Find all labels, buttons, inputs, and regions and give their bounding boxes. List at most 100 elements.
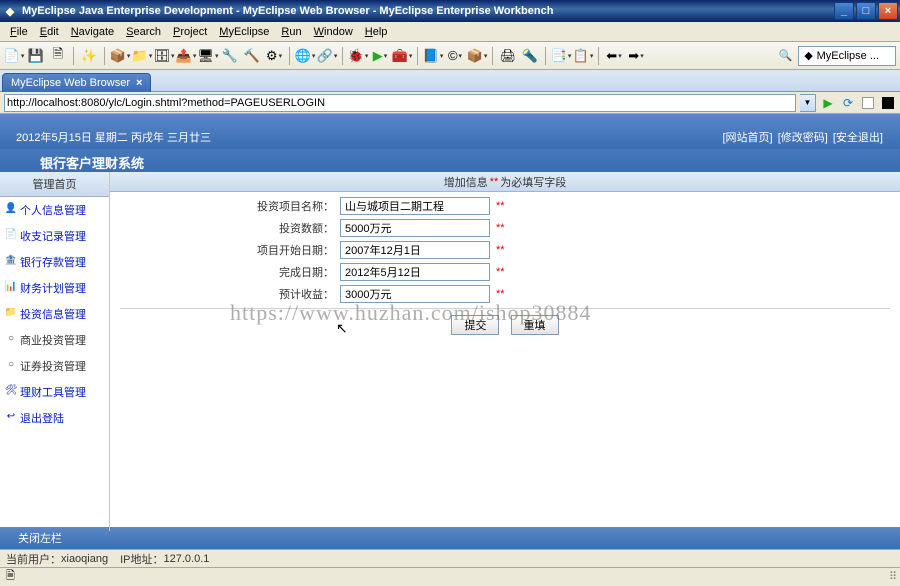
sidebar-item-securities[interactable]: ○证券投资管理	[0, 353, 109, 379]
server-icon[interactable]: 🖥	[198, 46, 218, 66]
page-statusbar: 当前用户： xiaoqiang IP地址： 127.0.0.1	[0, 549, 900, 567]
url-bar: ▼ ▶ ⟳	[0, 92, 900, 114]
type-icon[interactable]: 📘	[423, 46, 443, 66]
refresh-icon[interactable]: ⟳	[840, 95, 856, 111]
tab-browser[interactable]: MyEclipse Web Browser ×	[2, 73, 151, 92]
perspective-icon[interactable]: 🔍	[778, 48, 794, 64]
menu-window[interactable]: Window	[308, 24, 359, 40]
input-profit[interactable]	[340, 285, 490, 303]
reset-button[interactable]: 重填	[511, 315, 559, 335]
db-icon[interactable]: 🗄	[154, 46, 174, 66]
class-icon[interactable]: ©	[445, 46, 465, 66]
pkg-icon[interactable]: 📦	[467, 46, 487, 66]
package-icon[interactable]: 📦	[110, 46, 130, 66]
back-icon[interactable]: ⬅	[604, 46, 624, 66]
sidebar-item-invest[interactable]: 📁投资信息管理	[0, 301, 109, 327]
new-icon[interactable]: 📄	[4, 46, 24, 66]
menu-help[interactable]: Help	[359, 24, 394, 40]
link-icon[interactable]: 🔗	[317, 46, 337, 66]
sidebar-item-bank[interactable]: 🏦银行存款管理	[0, 249, 109, 275]
bullet-icon: ○	[5, 358, 17, 370]
nav-icon[interactable]: 📑	[551, 46, 571, 66]
page-header: 2012年5月15日 星期二 丙戌年 三月廿三 [网站首页] [修改密码] [安…	[0, 114, 900, 149]
perspective-switcher[interactable]: ◆ MyEclipse ...	[798, 46, 896, 66]
separator	[342, 47, 343, 65]
sidebar-item-plan[interactable]: 📊财务计划管理	[0, 275, 109, 301]
app-icon: ◆	[2, 3, 18, 19]
external-icon[interactable]: 🧰	[392, 46, 412, 66]
menu-myeclipse[interactable]: MyEclipse	[213, 24, 275, 40]
tool3-icon[interactable]: ⚙	[264, 46, 284, 66]
sidebar-item-tools[interactable]: 🛠理财工具管理	[0, 379, 109, 405]
forward-icon[interactable]: ➡	[626, 46, 646, 66]
input-end-date[interactable]	[340, 263, 490, 281]
debug-icon[interactable]: 🐞	[348, 46, 368, 66]
label-amount: 投资数额：	[120, 220, 340, 236]
url-input[interactable]	[4, 94, 796, 112]
form-buttons: 提交 重填	[120, 308, 890, 341]
menu-edit[interactable]: Edit	[34, 24, 65, 40]
input-start-date[interactable]	[340, 241, 490, 259]
tool1-icon[interactable]: 🔧	[220, 46, 240, 66]
doc-icon: 📄	[5, 228, 17, 240]
link-changepwd[interactable]: [修改密码]	[778, 132, 828, 144]
stop-icon[interactable]	[860, 95, 876, 111]
label-start-date: 项目开始日期：	[120, 242, 340, 258]
separator	[417, 47, 418, 65]
bank-icon: 🏦	[5, 254, 17, 266]
go-icon[interactable]: ▶	[820, 95, 836, 111]
run-icon[interactable]: ▶	[370, 46, 390, 66]
menu-file[interactable]: File	[4, 24, 34, 40]
wizard-icon[interactable]: ✨	[79, 46, 99, 66]
sidebar-item-business[interactable]: ○商业投资管理	[0, 327, 109, 353]
row-start-date: 项目开始日期： **	[120, 240, 890, 260]
browser-icon[interactable]: 🌐	[295, 46, 315, 66]
collapse-left-label: 关闭左栏	[18, 530, 62, 546]
print-icon[interactable]: 🖨	[498, 46, 518, 66]
separator	[104, 47, 105, 65]
required-star: **	[496, 244, 505, 256]
minimize-button[interactable]: _	[834, 2, 854, 20]
save-icon[interactable]: 💾	[26, 46, 46, 66]
user-value: xiaoqiang	[61, 553, 108, 565]
link-home[interactable]: [网站首页]	[723, 132, 773, 144]
form-header: 增加信息 ** 为必填写字段	[110, 172, 900, 192]
sidebar-home[interactable]: 管理首页	[0, 172, 109, 197]
separator	[492, 47, 493, 65]
menu-run[interactable]: Run	[275, 24, 307, 40]
myeclipse-icon: ◆	[801, 48, 817, 64]
submit-button[interactable]: 提交	[451, 315, 499, 335]
tab-label: MyEclipse Web Browser	[11, 77, 130, 89]
close-button[interactable]: ×	[878, 2, 898, 20]
label-profit: 预计收益：	[120, 286, 340, 302]
menu-search[interactable]: Search	[120, 24, 167, 40]
system-title: 银行客户理财系统	[0, 149, 900, 172]
required-star: **	[496, 288, 505, 300]
menu-navigate[interactable]: Navigate	[65, 24, 120, 40]
record-icon[interactable]	[880, 95, 896, 111]
save-all-icon[interactable]: 🗎	[48, 46, 68, 66]
sidebar-item-logout[interactable]: ↩退出登陆	[0, 405, 109, 431]
tool2-icon[interactable]: 🔨	[242, 46, 262, 66]
sidebar-item-income[interactable]: 📄收支记录管理	[0, 223, 109, 249]
deploy-icon[interactable]: 📤	[176, 46, 196, 66]
search2-icon[interactable]: 🔦	[520, 46, 540, 66]
nav2-icon[interactable]: 📋	[573, 46, 593, 66]
sidebar-item-userinfo[interactable]: 👤个人信息管理	[0, 197, 109, 223]
input-project-name[interactable]	[340, 197, 490, 215]
resize-grip-icon[interactable]: ⠿	[889, 570, 894, 583]
link-logout[interactable]: [安全退出]	[833, 132, 883, 144]
tab-close-icon[interactable]: ×	[136, 77, 142, 89]
input-amount[interactable]	[340, 219, 490, 237]
maximize-button[interactable]: □	[856, 2, 876, 20]
url-dropdown-icon[interactable]: ▼	[800, 94, 816, 112]
separator	[598, 47, 599, 65]
label-end-date: 完成日期：	[120, 264, 340, 280]
folder-icon[interactable]: 📁	[132, 46, 152, 66]
ide-statusbar: 🗎 ⠿	[0, 567, 900, 585]
ip-label: IP地址：	[120, 551, 163, 567]
menu-project[interactable]: Project	[167, 24, 213, 40]
required-star: **	[496, 222, 505, 234]
row-end-date: 完成日期： **	[120, 262, 890, 282]
required-star: **	[496, 200, 505, 212]
